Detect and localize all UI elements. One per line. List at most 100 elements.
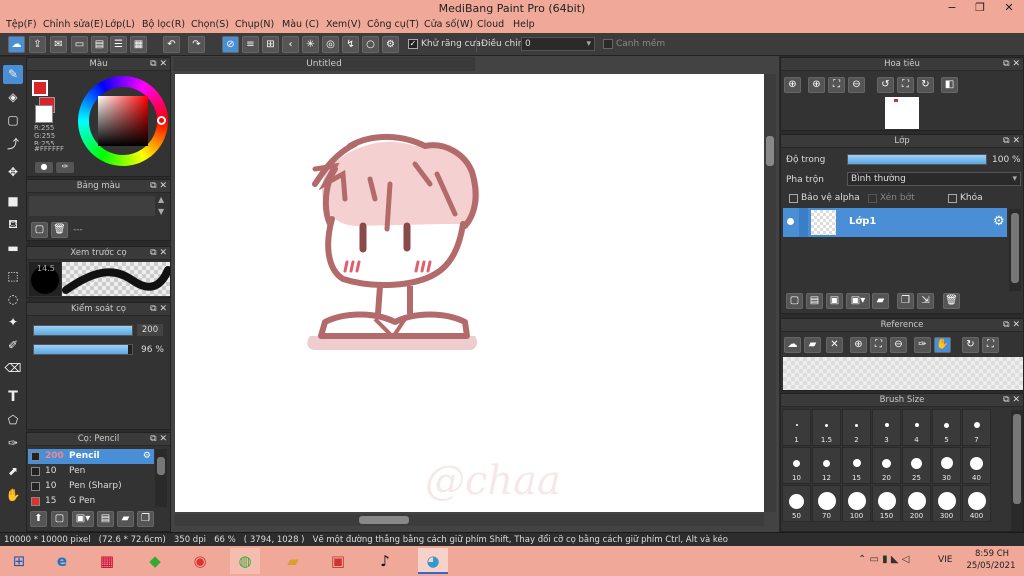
reference-view[interactable] [783, 357, 1023, 390]
powerpoint-icon[interactable]: ▣ [323, 548, 353, 574]
select-eraser-icon[interactable]: ⌫ [3, 359, 23, 378]
menu-layer[interactable]: Lớp(L) [105, 19, 135, 30]
menu-file[interactable]: Tệp(F) [6, 19, 37, 30]
menu-help[interactable]: Help [513, 19, 535, 30]
page-icon[interactable]: ▤ [91, 36, 108, 53]
circle-snap-icon[interactable]: ◎ [322, 36, 339, 53]
layer-row[interactable]: Lớp1 ⚙ [783, 208, 1007, 237]
horizontal-scrollbar[interactable] [175, 514, 764, 526]
flip-icon[interactable]: ◧ [941, 77, 958, 93]
brush-opacity-slider[interactable] [33, 344, 133, 355]
menu-capture[interactable]: Chụp(N) [235, 19, 274, 30]
panel-close-icon[interactable]: ⧉ ✕ [150, 433, 167, 446]
brush-size-option[interactable]: 1 [782, 409, 811, 446]
brush-size-option[interactable]: 12 [812, 447, 841, 484]
hand-icon[interactable]: ✋ [934, 337, 951, 353]
duplicate-icon[interactable]: ❐ [137, 511, 154, 527]
vanishing-snap-icon[interactable]: ‹ [282, 36, 299, 53]
brush-size-option[interactable]: 150 [872, 485, 901, 522]
zoom-out-icon[interactable]: ⊖ [890, 337, 907, 353]
scroll-down-icon[interactable]: ▼ [158, 207, 164, 216]
minimize-button[interactable]: − [938, 0, 966, 17]
brush-list-item[interactable]: 10 Pen [28, 464, 154, 479]
bucket-tool-icon[interactable]: ⛾ [3, 215, 23, 234]
new-8bit-layer-icon[interactable]: ▣ [826, 293, 843, 309]
clock-time[interactable]: 8:59 CH [968, 549, 1016, 559]
chrome-icon[interactable]: ◉ [185, 548, 215, 574]
undo-icon[interactable]: ↶ [163, 36, 180, 53]
reset-icon[interactable]: ⛶ [982, 337, 999, 353]
brush-size-option[interactable]: 200 [902, 485, 931, 522]
brush-size-option[interactable]: 4 [902, 409, 931, 446]
bluestacks-icon[interactable]: ◆ [140, 548, 170, 574]
chat-icon[interactable]: ✉ [50, 36, 67, 53]
brush-size-value[interactable]: 200 [137, 324, 163, 336]
palette-area[interactable] [29, 196, 155, 216]
smudge-tool-icon[interactable]: ⤴ [3, 135, 23, 154]
app-grid-icon[interactable]: ▦ [92, 548, 122, 574]
new-halftone-layer-icon[interactable]: ▤ [806, 293, 823, 309]
select-tool-icon[interactable]: ⬚ [3, 267, 23, 286]
menu-filter[interactable]: Bộ lọc(R) [142, 19, 185, 30]
fit-icon[interactable]: ⛶ [870, 337, 887, 353]
layer-menu-icon[interactable]: ▣▾ [846, 293, 870, 309]
cross-snap-icon[interactable]: ⊞ [262, 36, 279, 53]
zoom-in-icon[interactable]: ⊕ [784, 77, 801, 93]
hue-wheel[interactable] [78, 76, 168, 166]
brush-size-option[interactable]: 100 [842, 485, 871, 522]
brush-size-option[interactable]: 7 [962, 409, 991, 446]
brush-size-option[interactable]: 300 [932, 485, 961, 522]
brush-size-option[interactable]: 3 [872, 409, 901, 446]
vertical-scrollbar[interactable] [764, 74, 776, 512]
brush-size-scrollbar[interactable] [1011, 410, 1023, 531]
select-pen-icon[interactable]: ✐ [3, 336, 23, 355]
brush-size-option[interactable]: 25 [902, 447, 931, 484]
add-brush-icon[interactable]: ⬆ [30, 511, 47, 527]
tiktok-icon[interactable]: ♪ [370, 548, 400, 574]
menu-edit[interactable]: Chỉnh sửa(E) [43, 19, 104, 30]
brush-size-option[interactable]: 20 [872, 447, 901, 484]
panel-close-icon[interactable]: ⧉ ✕ [1003, 394, 1020, 407]
brush-size-option[interactable]: 400 [962, 485, 991, 522]
brush-size-option[interactable]: 30 [932, 447, 961, 484]
eyedropper-small-icon[interactable]: ✑ [56, 162, 74, 173]
shape-tool-icon[interactable]: ■ [3, 192, 23, 211]
curve-snap-icon[interactable]: ↯ [342, 36, 359, 53]
panel-close-icon[interactable]: ⧉ ✕ [150, 247, 167, 260]
file-explorer-icon[interactable]: ▰ [278, 548, 308, 574]
brush-menu-icon[interactable]: ▣▾ [72, 511, 94, 527]
grid-icon[interactable]: ▦ [130, 36, 147, 53]
menu-view[interactable]: Xem(V) [326, 19, 361, 30]
brush-size-option[interactable]: 70 [812, 485, 841, 522]
zoom-out-icon[interactable]: ⊖ [848, 77, 865, 93]
brush-size-option[interactable]: 50 [782, 485, 811, 522]
visibility-icon[interactable] [787, 218, 794, 225]
menu-cloud[interactable]: Cloud [477, 19, 504, 30]
close-reference-icon[interactable]: ✕ [826, 337, 843, 353]
dot-tool-icon[interactable]: ▢ [3, 111, 23, 130]
layer-folder-icon[interactable]: ▰ [872, 293, 889, 309]
snap-soft-checkbox[interactable] [603, 39, 613, 49]
brush-settings-icon[interactable]: ▤ [97, 511, 114, 527]
blend-select[interactable]: Bình thường ▾ [847, 172, 1021, 186]
panel-close-icon[interactable]: ⧉ ✕ [150, 58, 167, 71]
new-brush-icon[interactable]: ▢ [51, 511, 68, 527]
page-list-icon[interactable]: ☰ [110, 36, 127, 53]
adjust-input[interactable]: 0 ▾ [521, 37, 595, 51]
restore-button[interactable]: ❐ [966, 0, 994, 17]
panel-close-icon[interactable]: ⧉ ✕ [1003, 319, 1020, 332]
open-folder-icon[interactable]: ▰ [804, 337, 821, 353]
panel-close-icon[interactable]: ⧉ ✕ [150, 303, 167, 316]
language-indicator[interactable]: VIE [938, 555, 953, 565]
clock-date[interactable]: 25/05/2021 [962, 561, 1020, 571]
delete-palette-icon[interactable]: 🗑 [51, 222, 68, 238]
brush-size-option[interactable]: 40 [962, 447, 991, 484]
fit-icon[interactable]: ⛶ [828, 77, 845, 93]
panel-close-icon[interactable]: ⧉ ✕ [1003, 135, 1020, 148]
text-tool-icon[interactable]: T [3, 388, 23, 407]
tray-icons[interactable]: ⌃ ▭ ▮ ◣ ◁ [858, 554, 909, 565]
folder-icon[interactable]: ▰ [117, 511, 134, 527]
brush-size-slider[interactable] [33, 325, 133, 336]
clipping-checkbox[interactable] [868, 194, 877, 203]
antialias-checkbox[interactable]: ✓ [408, 39, 418, 49]
